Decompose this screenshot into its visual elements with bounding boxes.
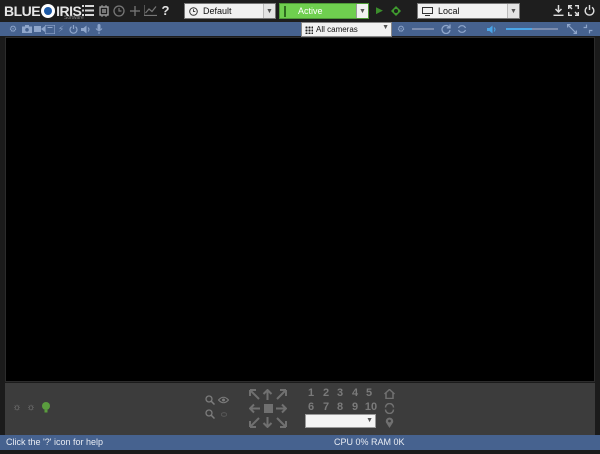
logo-word-blue: BLUE: [4, 3, 41, 19]
status-help-text: Click the '?' icon for help: [6, 437, 103, 447]
camera-group-value: All cameras: [316, 25, 358, 34]
lightning-icon[interactable]: ⚡: [55, 23, 67, 35]
preset-1-button[interactable]: 1: [305, 387, 317, 399]
preset-select[interactable]: ▼: [305, 414, 376, 428]
arrow-up-icon[interactable]: [261, 388, 273, 400]
preset-8-button[interactable]: 8: [334, 401, 346, 413]
ir-light-icon[interactable]: [40, 401, 52, 413]
arrow-up-right-icon[interactable]: [275, 388, 287, 400]
focus-eye-icon[interactable]: [218, 395, 229, 405]
brightness-up-icon[interactable]: ☼: [26, 402, 36, 413]
app-logo: BLUE IRIS Software: [4, 2, 84, 21]
ptz-panel: ☼ ☼ 1 2 3 4 5 6 7 8 9 10 ▼: [5, 383, 595, 435]
window-bottom-edge: [0, 450, 600, 454]
chevron-down-icon: ▼: [382, 24, 389, 31]
arrow-down-left-icon[interactable]: [248, 416, 260, 428]
power-icon[interactable]: [582, 3, 597, 18]
clock-icon[interactable]: [111, 3, 126, 18]
home-icon[interactable]: [383, 388, 395, 400]
gear-icon[interactable]: ⚙: [7, 23, 19, 35]
chevron-down-icon: ▼: [366, 417, 373, 424]
microphone-icon[interactable]: [93, 23, 105, 35]
chip-icon[interactable]: [96, 3, 111, 18]
move-arrows-icon[interactable]: [127, 3, 142, 18]
preset-4-button[interactable]: 4: [349, 387, 361, 399]
preset-9-button[interactable]: 9: [349, 401, 361, 413]
eye-icon: [41, 4, 56, 18]
brightness-slider[interactable]: [412, 28, 434, 30]
play-icon[interactable]: ▶: [372, 3, 387, 18]
profile-value: Default: [203, 6, 232, 16]
camera-viewer[interactable]: [5, 37, 595, 382]
volume-slider[interactable]: [506, 28, 532, 30]
grid-icon: [305, 26, 313, 34]
close-view-icon[interactable]: [582, 23, 594, 35]
refresh-icon[interactable]: [456, 23, 468, 35]
brightness-down-icon[interactable]: ☼: [12, 402, 22, 413]
zoom-out-icon[interactable]: [205, 409, 215, 419]
status-performance: CPU 0% RAM 0K: [334, 437, 405, 447]
expand-icon[interactable]: [566, 23, 578, 35]
preset-2-button[interactable]: 2: [320, 387, 332, 399]
preset-3-button[interactable]: 3: [334, 387, 346, 399]
chevron-down-icon: ▼: [263, 4, 275, 18]
preset-5-button[interactable]: 5: [363, 387, 375, 399]
chevron-down-icon: ▼: [356, 4, 368, 18]
focus-small-icon[interactable]: [220, 410, 228, 418]
schedule-value: Active: [298, 6, 323, 16]
server-select[interactable]: Local ▼: [417, 3, 520, 19]
stop-square-icon[interactable]: [262, 402, 274, 414]
speaker-icon[interactable]: [80, 23, 92, 35]
traffic-signal-icon[interactable]: [388, 3, 403, 18]
arrow-down-right-icon[interactable]: [275, 416, 287, 428]
schedule-flag-icon: [284, 5, 286, 17]
camera-power-icon[interactable]: [67, 23, 79, 35]
camera-group-select[interactable]: All cameras ▼: [301, 22, 392, 37]
download-icon[interactable]: [551, 3, 566, 18]
profile-clock-icon: [189, 6, 198, 16]
top-toolbar: BLUE IRIS Software ? Default ▼ Active ▼ …: [0, 0, 600, 22]
list-icon[interactable]: [80, 3, 95, 18]
chart-icon[interactable]: [143, 3, 158, 18]
preset-10-button[interactable]: 10: [363, 401, 379, 413]
cycle-icon[interactable]: [440, 23, 452, 35]
status-bar: Click the '?' icon for help CPU 0% RAM 0…: [0, 435, 600, 450]
volume-slider-track[interactable]: [532, 28, 558, 30]
profile-select[interactable]: Default ▼: [184, 3, 276, 19]
arrow-right-icon[interactable]: [275, 402, 287, 414]
arrow-left-icon[interactable]: [248, 402, 260, 414]
volume-icon[interactable]: [486, 23, 498, 35]
ptz-refresh-icon[interactable]: [383, 402, 395, 414]
chevron-down-icon: ▼: [507, 4, 519, 18]
camera-group-gear-icon[interactable]: ⚙: [395, 23, 407, 35]
schedule-select[interactable]: Active ▼: [279, 3, 369, 19]
server-value: Local: [438, 6, 460, 16]
location-pin-icon[interactable]: [383, 416, 395, 428]
fullscreen-icon[interactable]: [566, 3, 581, 18]
monitor-icon: [422, 6, 433, 16]
preset-7-button[interactable]: 7: [320, 401, 332, 413]
arrow-up-left-icon[interactable]: [248, 388, 260, 400]
preset-6-button[interactable]: 6: [305, 401, 317, 413]
arrow-down-icon[interactable]: [261, 416, 273, 428]
camera-icon[interactable]: [21, 23, 33, 35]
camera-toolbar: ⚙ ⚡ ⚙: [0, 22, 600, 36]
zoom-in-icon[interactable]: [205, 395, 215, 405]
help-icon[interactable]: ?: [158, 3, 173, 18]
